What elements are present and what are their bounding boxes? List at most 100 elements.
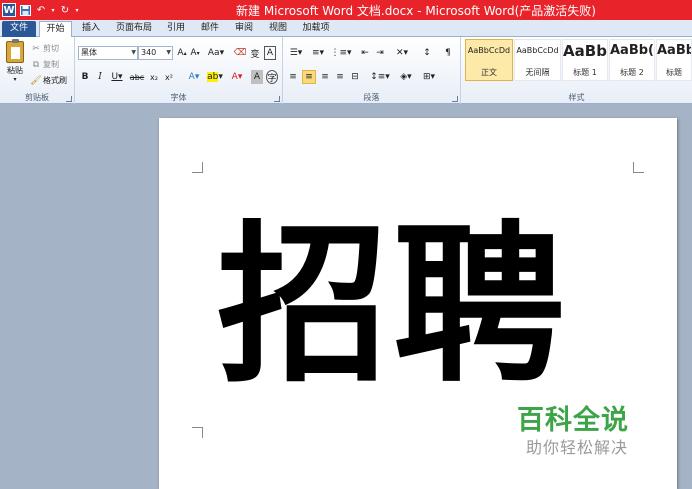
- dialog-launcher-icon[interactable]: [452, 96, 458, 102]
- format-painter-button[interactable]: 🖌 格式刷: [30, 74, 67, 87]
- scissors-icon: ✂: [32, 43, 40, 54]
- line-spacing-icon[interactable]: ↕≡▾: [370, 70, 390, 84]
- clipboard-group: 粘贴 ▾ ✂ 剪切 ⧉ 复制 🖌 格式刷 剪贴板: [0, 37, 75, 104]
- shading-icon[interactable]: ◈▾: [397, 70, 415, 84]
- character-border-icon[interactable]: A: [264, 46, 276, 60]
- bullets-icon[interactable]: ☰▾: [287, 46, 305, 60]
- paste-label: 粘贴: [7, 66, 23, 75]
- style-sample: AaBb: [563, 42, 607, 60]
- cut-button[interactable]: ✂ 剪切: [31, 42, 59, 55]
- phonetic-guide-icon[interactable]: 变: [249, 46, 261, 60]
- tab-page-layout[interactable]: 页面布局: [112, 21, 156, 37]
- enclose-characters-icon[interactable]: 字: [266, 70, 278, 84]
- chevron-down-icon: ▼: [166, 49, 171, 56]
- dialog-launcher-icon[interactable]: [274, 96, 280, 102]
- margin-corner-marker: [192, 162, 203, 173]
- paste-button[interactable]: 粘贴 ▾: [4, 39, 26, 87]
- chevron-down-icon: ▼: [131, 49, 136, 56]
- style-heading-1[interactable]: AaBb 标题 1: [562, 39, 608, 81]
- style-sample: AaBb: [657, 43, 691, 58]
- change-case-icon[interactable]: Aa▾: [207, 46, 225, 60]
- cut-label: 剪切: [43, 44, 59, 53]
- style-sample: AaBb(: [610, 43, 654, 58]
- tab-references[interactable]: 引用: [162, 21, 190, 37]
- underline-icon[interactable]: U▾: [109, 70, 125, 84]
- clipboard-icon: [6, 39, 24, 63]
- tab-file[interactable]: 文件: [2, 21, 36, 37]
- style-name: 标题 2: [620, 68, 644, 77]
- styles-gallery: AaBbCcDd 正文 AaBbCcDd 无间隔 AaBb 标题 1 AaBb(…: [465, 39, 692, 87]
- redo-icon[interactable]: ↻: [58, 3, 72, 17]
- style-no-spacing[interactable]: AaBbCcDd 无间隔: [514, 39, 561, 81]
- justify-icon[interactable]: ≡: [334, 70, 346, 84]
- save-icon[interactable]: [18, 3, 32, 17]
- distributed-icon[interactable]: ⊟: [349, 70, 361, 84]
- align-center-icon[interactable]: ≡: [302, 70, 316, 84]
- tab-view[interactable]: 视图: [264, 21, 292, 37]
- tab-review[interactable]: 审阅: [230, 21, 258, 37]
- copy-button[interactable]: ⧉ 复制: [31, 58, 59, 71]
- italic-icon[interactable]: I: [94, 70, 106, 84]
- numbering-icon[interactable]: ≡▾: [309, 46, 327, 60]
- highlight-color-icon[interactable]: ab ▾: [206, 70, 224, 84]
- style-name: 标题 1: [573, 68, 597, 77]
- title-bar: W ↶ ▾ ↻ ▾ 新建 Microsoft Word 文档.docx - Mi…: [0, 0, 692, 20]
- font-group: 黑体 ▼ 340 ▼ A ▴ A ▾ Aa▾ ⌫ 变 A B I U▾ abc x₂…: [75, 37, 283, 104]
- margin-corner-marker: [633, 162, 644, 173]
- tab-home[interactable]: 开始: [39, 21, 72, 37]
- clear-formatting-icon[interactable]: ⌫: [234, 46, 247, 60]
- paragraph-group-label: 段落: [363, 93, 380, 102]
- undo-icon[interactable]: ↶: [34, 3, 48, 17]
- decrease-indent-icon[interactable]: ⇤: [359, 46, 371, 60]
- font-name-select[interactable]: 黑体 ▼: [78, 46, 138, 60]
- copy-label: 复制: [43, 60, 59, 69]
- tab-insert[interactable]: 插入: [77, 21, 105, 37]
- character-shading-icon[interactable]: A: [251, 70, 263, 84]
- style-name: 标题: [666, 68, 682, 77]
- show-hide-icon[interactable]: ¶: [442, 46, 454, 60]
- style-heading-2[interactable]: AaBb( 标题 2: [609, 39, 655, 81]
- borders-icon[interactable]: ⊞▾: [420, 70, 438, 84]
- font-size-select[interactable]: 340 ▼: [138, 46, 173, 60]
- align-left-icon[interactable]: ≡: [287, 70, 299, 84]
- subscript-icon[interactable]: x₂: [148, 70, 160, 84]
- multilevel-list-icon[interactable]: ⋮≡▾: [330, 46, 351, 60]
- format-painter-label: 格式刷: [43, 76, 67, 85]
- style-name: 正文: [481, 68, 497, 77]
- dialog-launcher-icon[interactable]: [66, 96, 72, 102]
- style-sample: AaBbCcDd: [516, 46, 559, 55]
- style-normal[interactable]: AaBbCcDd 正文: [465, 39, 513, 81]
- bold-icon[interactable]: B: [79, 70, 91, 84]
- chinese-layout-icon[interactable]: ✕▾: [393, 46, 411, 60]
- tab-mailings[interactable]: 邮件: [196, 21, 224, 37]
- superscript-icon[interactable]: x²: [163, 70, 175, 84]
- styles-group-label: 样式: [568, 93, 585, 102]
- window-title: 新建 Microsoft Word 文档.docx - Microsoft Wo…: [236, 4, 596, 18]
- undo-dropdown-icon[interactable]: ▾: [50, 3, 56, 17]
- document-body-text[interactable]: 招聘: [217, 206, 569, 406]
- watermark-subtitle: 助你轻松解决: [526, 438, 629, 457]
- font-color-icon[interactable]: A▾: [228, 70, 246, 84]
- word-logo-icon[interactable]: W: [2, 3, 16, 17]
- shrink-font-icon[interactable]: A ▾: [189, 46, 201, 60]
- strikethrough-icon[interactable]: abc: [129, 70, 145, 84]
- chevron-down-icon: ▾: [13, 76, 17, 83]
- customize-qat-icon[interactable]: ▾: [74, 3, 80, 17]
- text-effects-icon[interactable]: A▾: [185, 70, 203, 84]
- ribbon-tabs: 文件 开始 插入 页面布局 引用 邮件 审阅 视图 加载项: [0, 20, 692, 37]
- increase-indent-icon[interactable]: ⇥: [374, 46, 386, 60]
- brush-icon: 🖌: [30, 75, 42, 86]
- font-name-value: 黑体: [81, 48, 97, 57]
- font-group-label: 字体: [170, 93, 187, 102]
- grow-font-icon[interactable]: A ▴: [176, 46, 188, 60]
- paragraph-group: ☰▾ ≡▾ ⋮≡▾ ⇤ ⇥ ✕▾ ↕ ¶ ≡ ≡ ≡ ≡ ⊟ ↕≡▾ ◈▾ ⊞▾…: [283, 37, 461, 104]
- quick-access-toolbar: W ↶ ▾ ↻ ▾: [2, 2, 80, 18]
- ribbon: 粘贴 ▾ ✂ 剪切 ⧉ 复制 🖌 格式刷 剪贴板 黑体 ▼ 340 ▼ A ▴ A…: [0, 37, 692, 104]
- style-title[interactable]: AaBb 标题: [656, 39, 692, 81]
- copy-icon: ⧉: [32, 59, 40, 70]
- clipboard-group-label: 剪贴板: [25, 93, 49, 102]
- sort-icon[interactable]: ↕: [420, 46, 434, 60]
- tab-addins[interactable]: 加载项: [298, 21, 334, 37]
- style-sample: AaBbCcDd: [467, 46, 511, 55]
- align-right-icon[interactable]: ≡: [319, 70, 331, 84]
